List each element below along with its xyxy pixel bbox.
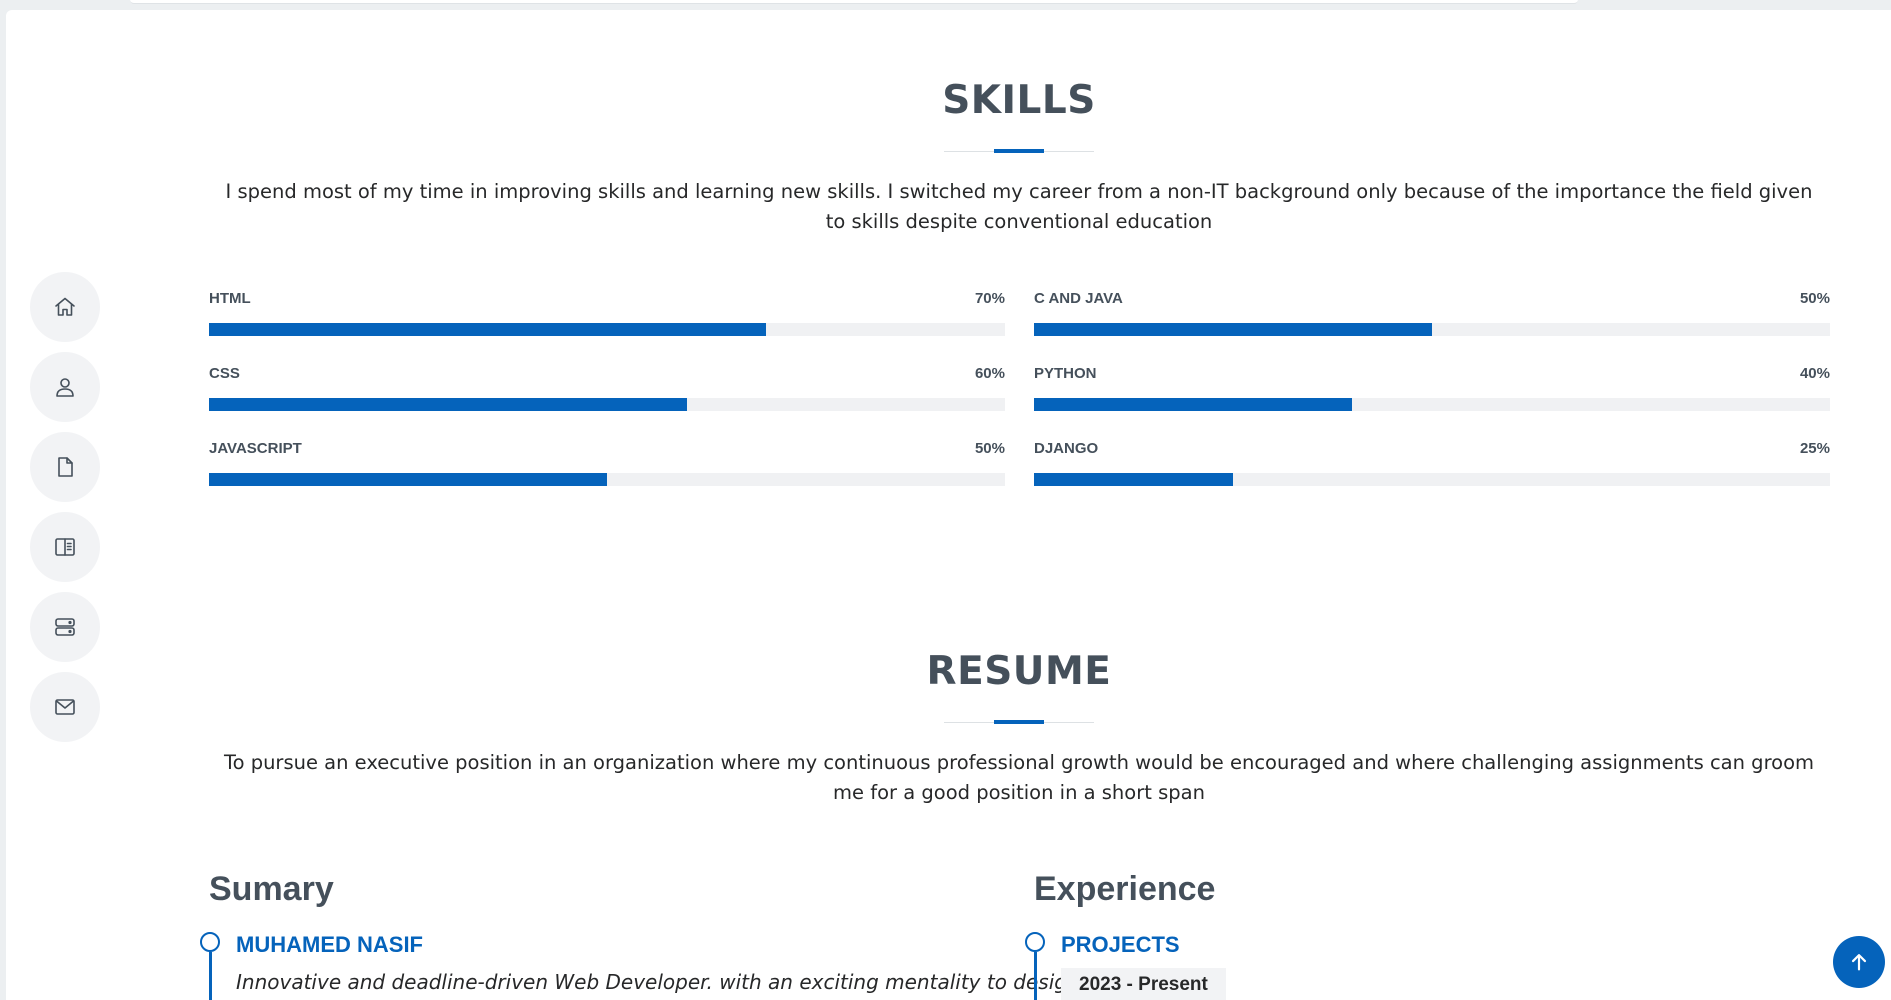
nav-services-button[interactable] (30, 592, 100, 662)
home-icon (55, 297, 75, 316)
skill-item: C AND JAVA 50% (1034, 290, 1830, 336)
skill-name: C AND JAVA (1034, 290, 1123, 307)
header-bar-edge (130, 0, 1578, 4)
skill-item: DJANGO 25% (1034, 440, 1830, 486)
skills-description: I spend most of my time in improving ski… (225, 180, 1813, 233)
title-underline (944, 720, 1094, 724)
nav-resume-button[interactable] (30, 432, 100, 502)
skills-section-title: SKILLS (942, 78, 1096, 123)
nav-contact-button[interactable] (30, 672, 100, 742)
skill-progress-track (209, 473, 1005, 486)
experience-item-title: PROJECTS (1061, 932, 1180, 957)
skill-progress-fill (1034, 398, 1353, 411)
skill-item: HTML 70% (209, 290, 1005, 336)
resume-description: To pursue an executive position in an or… (223, 751, 1815, 804)
skill-progress-track (209, 323, 1005, 336)
experience-date-badge: 2023 - Present (1061, 968, 1226, 1000)
skill-progress-track (1034, 398, 1830, 411)
summary-text: Innovative and deadline-driven Web Devel… (236, 970, 1080, 994)
skill-item: JAVASCRIPT 50% (209, 440, 1005, 486)
skill-progress-fill (209, 323, 767, 336)
page-content: SKILLS I spend most of my time in improv… (6, 10, 1891, 1000)
timeline-dot (200, 932, 220, 952)
skill-name: JAVASCRIPT (209, 440, 302, 457)
timeline-line (209, 952, 212, 1000)
server-icon (55, 618, 75, 636)
envelope-icon (55, 699, 75, 715)
skill-progress-track (1034, 473, 1830, 486)
resume-section-title: RESUME (926, 649, 1112, 694)
skill-progress-fill (209, 398, 687, 411)
title-underline (944, 149, 1094, 153)
skill-progress-track (209, 398, 1005, 411)
skill-percent: 60% (974, 365, 1005, 382)
skill-name: DJANGO (1034, 440, 1099, 457)
summary-name: MUHAMED NASIF (236, 932, 423, 957)
timeline-line (1034, 952, 1037, 1000)
skill-name: CSS (209, 365, 240, 382)
skill-percent: 70% (974, 290, 1005, 307)
skill-percent: 50% (1799, 290, 1830, 307)
book-icon (55, 538, 75, 556)
timeline-dot (1025, 932, 1045, 952)
back-to-top-button[interactable] (1833, 936, 1885, 988)
skill-progress-fill (1034, 473, 1233, 486)
skill-percent: 50% (974, 440, 1005, 457)
skill-item: PYTHON 40% (1034, 365, 1830, 411)
file-icon (58, 457, 73, 477)
skill-item: CSS 60% (209, 365, 1005, 411)
arrow-up-icon (1851, 954, 1867, 971)
skill-percent: 25% (1799, 440, 1830, 457)
nav-home-button[interactable] (30, 272, 100, 342)
skill-percent: 40% (1799, 365, 1830, 382)
skill-progress-fill (1034, 323, 1432, 336)
skill-name: HTML (209, 290, 251, 307)
skill-name: PYTHON (1034, 365, 1097, 382)
experience-heading: Experience (1034, 870, 1216, 908)
person-icon (56, 378, 74, 397)
nav-portfolio-button[interactable] (30, 512, 100, 582)
summary-heading: Sumary (209, 870, 334, 908)
side-navigation (30, 272, 100, 752)
nav-about-button[interactable] (30, 352, 100, 422)
skill-progress-fill (209, 473, 607, 486)
skill-progress-track (1034, 323, 1830, 336)
